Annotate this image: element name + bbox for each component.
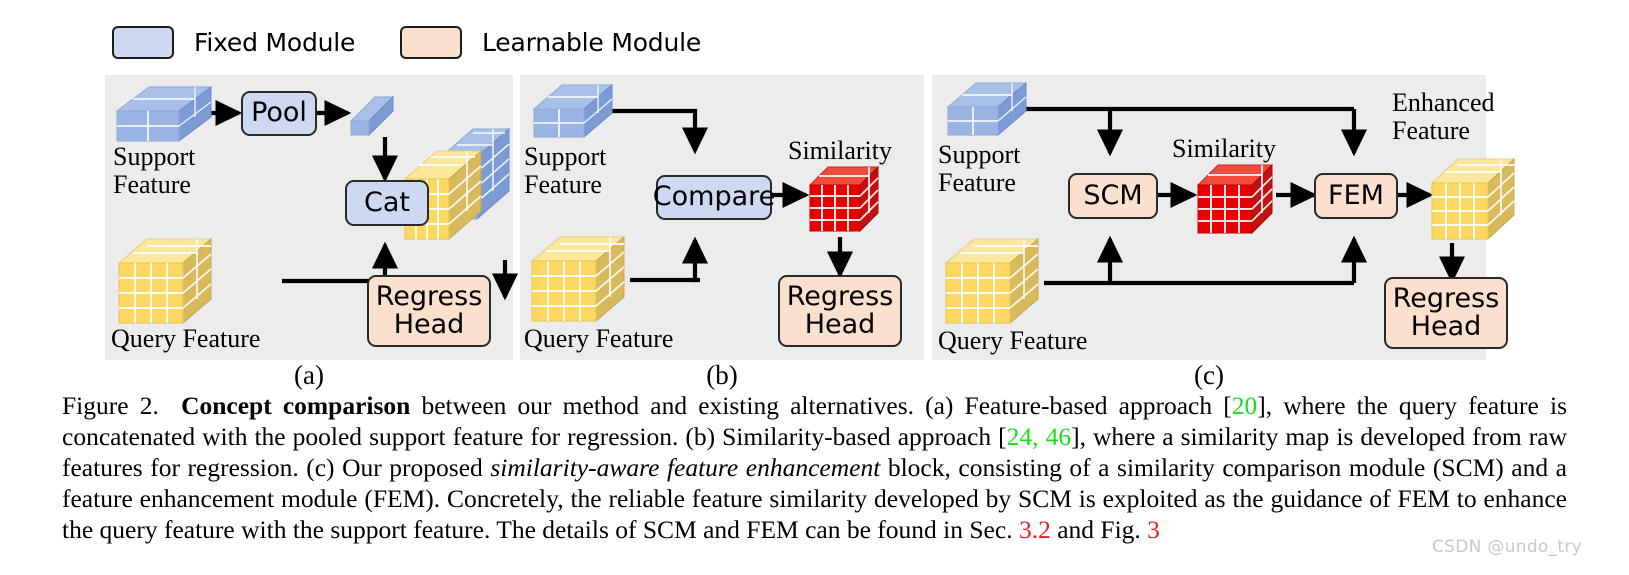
- similarity-map-tensor-c: [1196, 163, 1274, 235]
- panel-c-proposed-safe: SCM FEM Regress Head Support Feature Que…: [932, 75, 1516, 360]
- query-feature-tensor-c: [944, 237, 1040, 325]
- caption-ref-sec-3-2[interactable]: 3.2: [1019, 515, 1051, 544]
- figure-caption: Figure 2. Concept comparison between our…: [62, 390, 1567, 545]
- query-feature-tensor-a: [117, 237, 213, 325]
- support-feature-tensor-c: [946, 81, 1028, 137]
- label-query-feature-c: Query Feature: [938, 326, 1088, 355]
- label-support-feature-b: Support Feature: [524, 142, 607, 200]
- module-compare[interactable]: Compare: [653, 175, 775, 220]
- caption-citation-20[interactable]: 20: [1232, 391, 1258, 420]
- caption-citation-24-46[interactable]: 24, 46: [1007, 422, 1071, 451]
- query-feature-tensor-b: [530, 235, 626, 323]
- caption-ref-fig-3[interactable]: 3: [1147, 515, 1160, 544]
- module-fem[interactable]: FEM: [1314, 173, 1398, 219]
- panel-caption-a: (a): [294, 360, 324, 390]
- label-query-feature-a: Query Feature: [111, 324, 261, 353]
- legend-swatch-fixed-icon: [112, 26, 174, 59]
- caption-italic-term: similarity-aware feature enhancement: [490, 453, 881, 482]
- panel-b-similarity-based: Compare Regress Head Support Feature Que…: [520, 75, 924, 360]
- label-support-feature-a: Support Feature: [113, 142, 196, 200]
- support-feature-tensor-a: [115, 86, 213, 142]
- legend-item-learnable: Learnable Module: [400, 26, 701, 59]
- watermark: CSDN @undo_try: [1432, 537, 1583, 557]
- module-regress-head[interactable]: Regress Head: [367, 275, 491, 347]
- legend: Fixed Module Learnable Module: [112, 26, 812, 66]
- label-enhanced-feature-c: Enhanced Feature: [1392, 88, 1495, 146]
- module-cat[interactable]: Cat: [345, 180, 429, 226]
- legend-item-fixed: Fixed Module: [112, 26, 355, 59]
- caption-seg1: between our method and existing alternat…: [410, 391, 1232, 420]
- pooled-support-vector-a: [349, 95, 395, 137]
- similarity-map-tensor-b: [808, 165, 880, 233]
- module-regress-head-c[interactable]: Regress Head: [1384, 277, 1508, 349]
- label-similarity-c: Similarity: [1172, 134, 1276, 163]
- module-scm[interactable]: SCM: [1068, 173, 1158, 219]
- label-query-feature-b: Query Feature: [524, 324, 674, 353]
- panel-caption-b: (b): [706, 360, 738, 390]
- caption-title: Concept comparison: [181, 391, 411, 420]
- legend-label-learnable: Learnable Module: [482, 28, 702, 57]
- panel-caption-c: (c): [1194, 360, 1224, 390]
- module-pool[interactable]: Pool: [241, 91, 317, 136]
- caption-figure-number: Figure 2.: [62, 391, 159, 420]
- enhanced-feature-tensor-c: [1430, 157, 1516, 241]
- panel-a-feature-based: Pool Cat Regress Head Support Feature Qu…: [105, 75, 519, 360]
- label-similarity-b: Similarity: [788, 136, 892, 165]
- module-regress-head-b[interactable]: Regress Head: [778, 275, 902, 347]
- support-feature-tensor-b: [532, 83, 614, 139]
- caption-seg5: and Fig.: [1050, 515, 1148, 544]
- legend-swatch-learnable-icon: [400, 26, 462, 59]
- label-support-feature-c: Support Feature: [938, 140, 1021, 198]
- legend-label-fixed: Fixed Module: [194, 28, 356, 57]
